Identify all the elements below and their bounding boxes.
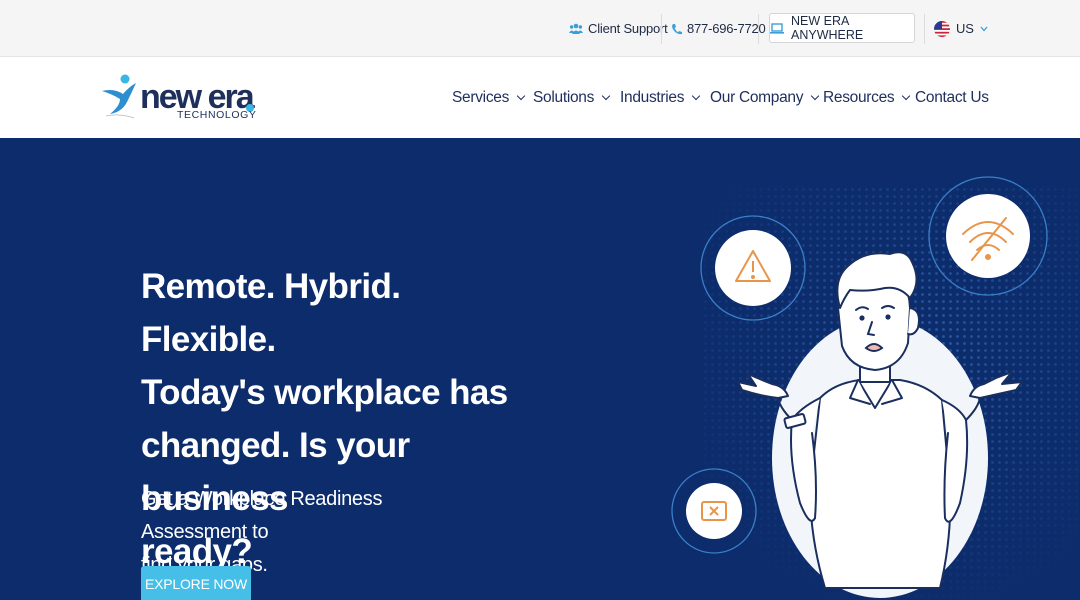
chevron-down-icon: [601, 91, 611, 101]
chevron-down-icon: [810, 91, 820, 101]
logo-subtitle: TECHNOLOGY: [177, 109, 257, 121]
client-support-label: Client Support: [588, 21, 668, 36]
logo-mark-icon: [102, 74, 136, 119]
chevron-down-icon: [980, 26, 988, 32]
phone-number: 877-696-7720: [687, 21, 766, 36]
explore-now-button[interactable]: EXPLORE NOW: [141, 566, 251, 600]
laptop-icon: [770, 22, 784, 34]
people-icon: [569, 23, 583, 35]
phone-link[interactable]: 877-696-7720: [671, 0, 766, 57]
nav-label: Solutions: [533, 88, 595, 106]
utility-bar: Client Support 877-696-7720 NEW ERA ANYW…: [0, 0, 1080, 57]
nav-label: Services: [452, 88, 510, 106]
divider: [924, 14, 925, 44]
chevron-down-icon: [691, 91, 701, 101]
nav-resources[interactable]: Resources: [823, 57, 911, 138]
nav-services[interactable]: Services: [452, 57, 526, 138]
headline-line: Remote. Hybrid. Flexible.: [141, 267, 401, 359]
client-support-link[interactable]: Client Support: [569, 0, 668, 57]
subline-line: Get a Workplace Readiness Assessment to: [141, 488, 383, 543]
nav-label: Our Company: [710, 88, 804, 106]
new-era-anywhere-button[interactable]: NEW ERA ANYWHERE: [769, 13, 915, 43]
confused-man-illustration: [671, 176, 1080, 600]
nav-label: Industries: [620, 88, 685, 106]
headline-line: Today's workplace has: [141, 373, 508, 412]
divider: [661, 14, 662, 44]
new-era-logo[interactable]: new era TECHNOLOGY: [100, 72, 270, 124]
region-label: US: [956, 21, 974, 36]
nav-label: Contact Us: [915, 88, 989, 106]
chevron-down-icon: [902, 91, 911, 101]
nav-contact-us[interactable]: Contact Us: [915, 57, 989, 138]
nav-our-company[interactable]: Our Company: [710, 57, 820, 138]
nav-industries[interactable]: Industries: [620, 57, 701, 138]
nav-label: Resources: [823, 88, 895, 106]
hero-section: Remote. Hybrid. Flexible. Today's workpl…: [0, 138, 1080, 600]
region-selector[interactable]: US: [934, 0, 988, 57]
no-wifi-bubble: [928, 176, 1048, 296]
chevron-down-icon: [516, 91, 526, 101]
nav-solutions[interactable]: Solutions: [533, 57, 611, 138]
us-flag-icon: [934, 20, 950, 37]
new-era-anywhere-label: NEW ERA ANYWHERE: [791, 14, 864, 42]
divider: [758, 14, 759, 44]
phone-icon: [671, 23, 682, 35]
